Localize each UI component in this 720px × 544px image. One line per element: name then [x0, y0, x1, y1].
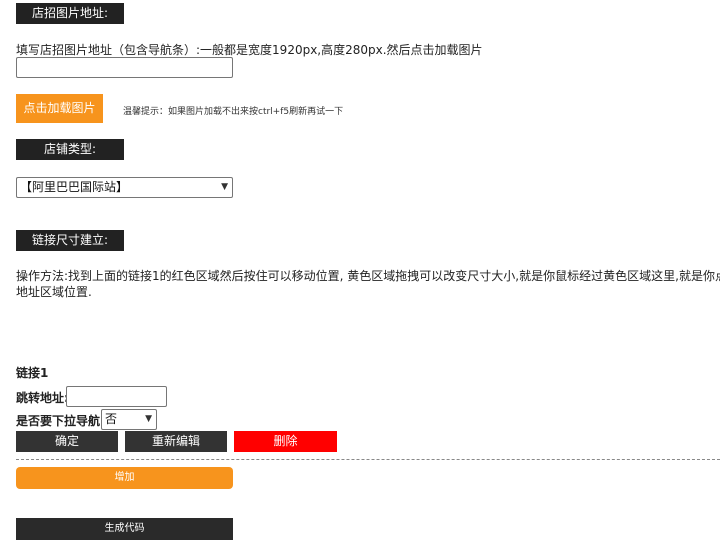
shop-type-selected-value: 【阿里巴巴国际站】 — [20, 180, 129, 194]
section-divider — [16, 459, 720, 460]
link1-dropdown-selected-value: 否 — [105, 412, 118, 426]
link-size-instructions-line1: 操作方法:找到上面的链接1的红色区域然后按住可以移动位置, 黄色区域拖拽可以改变… — [16, 269, 720, 283]
chevron-down-icon: ▼ — [145, 414, 152, 424]
generate-code-button[interactable]: 生成代码 — [16, 518, 233, 540]
link-size-instructions: 操作方法:找到上面的链接1的红色区域然后按住可以移动位置, 黄色区域拖拽可以改变… — [16, 268, 720, 300]
link1-jump-label: 跳转地址: — [16, 391, 69, 405]
link-size-instructions-line2: 地址区域位置. — [16, 285, 92, 299]
link-size-section-tag: 链接尺寸建立: — [16, 230, 124, 251]
link1-jump-url-input[interactable] — [66, 386, 167, 407]
link1-dropdown-select[interactable]: 否 ▼ — [101, 409, 157, 430]
link1-dropdown-label: 是否要下拉导航: — [16, 414, 105, 428]
link1-title: 链接1 — [16, 366, 49, 380]
banner-url-instruction: 填写店招图片地址（包含导航条）:一般都是宽度1920px,高度280px.然后点… — [16, 43, 483, 57]
banner-url-input[interactable] — [16, 57, 233, 78]
shop-type-section-tag: 店铺类型: — [16, 139, 124, 160]
add-link-button[interactable]: 增加 — [16, 467, 233, 489]
chevron-down-icon: ▼ — [221, 182, 228, 192]
load-image-button[interactable]: 点击加载图片 — [16, 94, 103, 123]
shop-type-select[interactable]: 【阿里巴巴国际站】 ▼ — [16, 177, 233, 198]
link1-delete-button[interactable]: 删除 — [234, 431, 337, 452]
link1-confirm-button[interactable]: 确定 — [16, 431, 118, 452]
banner-url-section-tag: 店招图片地址: — [16, 3, 124, 24]
load-image-tip: 温馨提示：如果图片加载不出来按ctrl+f5刷新再试一下 — [123, 107, 344, 117]
link1-re-edit-button[interactable]: 重新编辑 — [125, 431, 227, 452]
